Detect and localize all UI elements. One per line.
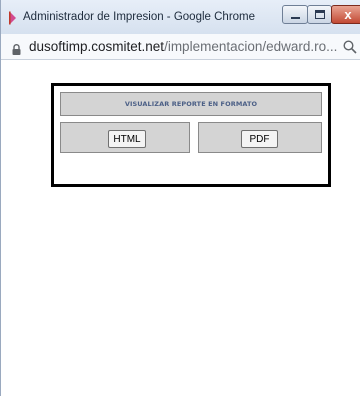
title-bar[interactable]: Administrador de Impresion - Google Chro… <box>1 0 360 34</box>
zoom-icon[interactable] <box>343 40 357 54</box>
close-icon: x <box>344 7 352 22</box>
maximize-icon <box>315 10 325 19</box>
url-domain: dusoftimp.cosmitet.net <box>29 39 165 54</box>
minimize-button[interactable] <box>282 5 308 24</box>
chrome-app-icon <box>8 11 18 25</box>
maximize-button[interactable] <box>307 5 332 24</box>
html-button[interactable]: HTML <box>108 130 146 148</box>
minimize-icon <box>291 17 300 19</box>
report-format-panel: VISUALIZAR REPORTE EN FORMATO HTML PDF <box>51 83 331 187</box>
url-path: /implementacion/edward.ro... <box>164 39 338 54</box>
pdf-button[interactable]: PDF <box>241 130 278 148</box>
close-button[interactable]: x <box>331 5 360 24</box>
report-header: VISUALIZAR REPORTE EN FORMATO <box>60 92 322 116</box>
url-text[interactable]: dusoftimp.cosmitet.net/implementacion/ed… <box>29 39 337 54</box>
address-bar[interactable]: dusoftimp.cosmitet.net/implementacion/ed… <box>1 34 360 60</box>
lock-icon <box>12 42 21 55</box>
window-title: Administrador de Impresion - Google Chro… <box>23 11 256 23</box>
page-content: VISUALIZAR REPORTE EN FORMATO HTML PDF <box>1 60 360 396</box>
browser-window: Administrador de Impresion - Google Chro… <box>0 0 360 396</box>
html-cell: HTML <box>60 122 190 153</box>
pdf-cell: PDF <box>198 122 322 153</box>
